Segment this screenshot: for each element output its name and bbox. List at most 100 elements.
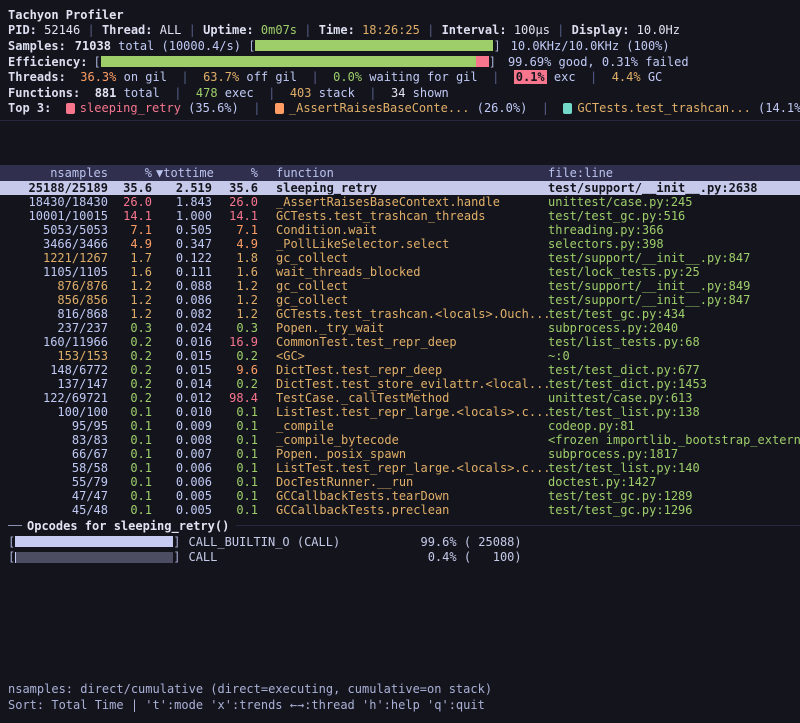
function-row[interactable]: 876/8761.20.0881.2gc_collecttest/support… [0,279,800,293]
cell-tottime: 0.016 [156,335,216,349]
function-row[interactable]: 856/8561.20.0861.2gc_collecttest/support… [0,293,800,307]
cell-function: gc_collect [262,279,548,293]
time-value: 18:26:25 [362,23,420,37]
cell-file-line: test/lock_tests.py:25 [548,265,800,279]
thread-value: ALL [160,23,182,37]
top3-function-name[interactable]: _AssertRaisesBaseConte... [289,101,470,115]
cell-cumulative-pct: 0.1 [216,447,262,461]
separator: | [550,23,572,37]
cell-tottime: 1.000 [156,209,216,223]
cell-tottime: 0.505 [156,223,216,237]
cell-tottime: 0.008 [156,433,216,447]
header-tottime[interactable]: ▼tottime [156,165,216,181]
function-row[interactable]: 1105/11051.60.1111.6wait_threads_blocked… [0,265,800,279]
function-row[interactable]: 10001/1001514.11.00014.1GCTests.test_tra… [0,209,800,223]
cell-tottime: 0.007 [156,447,216,461]
cell-function: <GC> [262,349,548,363]
function-row[interactable]: 5053/50537.10.5057.1Condition.waitthread… [0,223,800,237]
functions-stat-text: total [116,86,159,100]
cell-function: TestCase._callTestMethod [262,391,548,405]
function-row[interactable]: 58/580.10.0060.1ListTest.test_repr_large… [0,461,800,475]
cell-tottime: 0.347 [156,237,216,251]
cell-nsamples: 122/69721 [0,391,112,405]
cell-tottime: 0.082 [156,307,216,321]
cell-tottime: 0.014 [156,377,216,391]
header-[interactable]: % [216,165,262,181]
flame-icon [66,103,75,114]
cell-file-line: test/support/__init__.py:849 [548,279,800,293]
threads-stat-value: 4.4% [612,70,641,84]
header-function[interactable]: function [262,165,548,181]
top3-function-name[interactable]: sleeping_retry [80,101,181,115]
function-row[interactable]: 122/697210.20.01298.4TestCase._callTestM… [0,391,800,405]
function-row[interactable]: 18430/1843026.01.84326.0_AssertRaisesBas… [0,195,800,209]
function-row[interactable]: 153/1530.20.0150.2<GC>~:0 [0,349,800,363]
cell-nsamples: 237/237 [0,321,112,335]
display-value: 10.0Hz [637,23,680,37]
function-row[interactable]: 95/950.10.0090.1_compilecodeop.py:81 [0,419,800,433]
function-row[interactable]: 1221/12671.70.1221.8gc_collecttest/suppo… [0,251,800,265]
function-row[interactable]: 160/119660.20.01616.9CommonTest.test_rep… [0,335,800,349]
cell-function: gc_collect [262,251,548,265]
threads-stat-value: 0.1% [514,70,547,84]
top3-function-name[interactable]: GCTests.test_trashcan... [577,101,750,115]
cell-cumulative-pct: 0.2 [216,349,262,363]
cell-direct-pct: 0.1 [112,489,156,503]
cell-function: ListTest.test_repr_large.<locals>.c... [262,461,548,475]
cell-nsamples: 83/83 [0,433,112,447]
samples-bar-fill [255,40,493,51]
function-row[interactable]: 83/830.10.0080.1_compile_bytecode<frozen… [0,433,800,447]
table-header-row: nsamples%▼tottime%functionfile:line [0,165,800,181]
interval-label: Interval: [442,23,514,37]
cell-tottime: 0.005 [156,503,216,517]
bar-open-bracket: [ [8,535,15,549]
cell-direct-pct: 1.7 [112,251,156,265]
header-nsamples[interactable]: nsamples [0,165,112,181]
cell-direct-pct: 0.2 [112,349,156,363]
cell-direct-pct: 0.2 [112,363,156,377]
cell-file-line: test/test_gc.py:1296 [548,503,800,517]
bar-open-bracket: [ [93,55,100,69]
function-table: nsamples%▼tottime%functionfile:line 2518… [0,165,800,517]
table-body: 25188/2518935.62.51935.6sleeping_retryte… [0,181,800,517]
efficiency-line: Efficiency: [] 99.69% good, 0.31% failed [8,54,800,70]
samples-label: Samples: [8,39,66,53]
function-row[interactable]: 100/1000.10.0100.1ListTest.test_repr_lar… [0,405,800,419]
function-row[interactable]: 148/67720.20.0159.6DictTest.test_repr_de… [0,363,800,377]
cell-nsamples: 1221/1267 [0,251,112,265]
cell-direct-pct: 0.2 [112,335,156,349]
efficiency-label: Efficiency: [8,55,87,69]
cell-cumulative-pct: 26.0 [216,195,262,209]
cell-cumulative-pct: 0.1 [216,475,262,489]
cell-direct-pct: 0.1 [112,475,156,489]
function-row[interactable]: 25188/2518935.62.51935.6sleeping_retryte… [0,181,800,195]
display-label: Display: [572,23,637,37]
cell-cumulative-pct: 98.4 [216,391,262,405]
opcode-bar [15,536,173,547]
function-row[interactable]: 3466/34664.90.3474.9_PollLikeSelector.se… [0,237,800,251]
header-[interactable]: % [112,165,156,181]
function-row[interactable]: 137/1470.20.0140.2DictTest.test_store_ev… [0,377,800,391]
cell-direct-pct: 0.1 [112,419,156,433]
function-row[interactable]: 45/480.10.0050.1GCCallbackTests.preclean… [0,503,800,517]
top3-label: Top 3: [8,101,66,115]
sort-desc-icon: ▼ [156,166,163,180]
function-row[interactable]: 47/470.10.0050.1GCCallbackTests.tearDown… [0,489,800,503]
cell-function: GCCallbackTests.preclean [262,503,548,517]
opcode-name: CALL [188,550,420,564]
threads-line: Threads: 36.3% on gil | 63.7% off gil | … [8,69,800,85]
top3-line: Top 3: sleeping_retry (35.6%) | _AssertR… [8,101,800,117]
function-row[interactable]: 66/670.10.0070.1Popen._posix_spawnsubpro… [0,447,800,461]
status-bar: PID: 52146 | Thread: ALL | Uptime: 0m07s… [8,23,800,39]
cell-file-line: unittest/case.py:245 [548,195,800,209]
threads-stat-value: 0.0% [333,70,362,84]
bar-close-bracket: ] [489,55,496,69]
function-row[interactable]: 55/790.10.0060.1DocTestRunner.__rundocte… [0,475,800,489]
cell-file-line: test/test_gc.py:1289 [548,489,800,503]
function-row[interactable]: 816/8681.20.0821.2GCTests.test_trashcan.… [0,307,800,321]
samples-rate: 10.0KHz/10.0KHz (100%) [511,39,670,53]
threads-stat-text: GC [641,70,663,84]
cell-file-line: test/support/__init__.py:847 [548,293,800,307]
function-row[interactable]: 237/2370.30.0240.3Popen._try_waitsubproc… [0,321,800,335]
header-fileline[interactable]: file:line [548,165,800,181]
